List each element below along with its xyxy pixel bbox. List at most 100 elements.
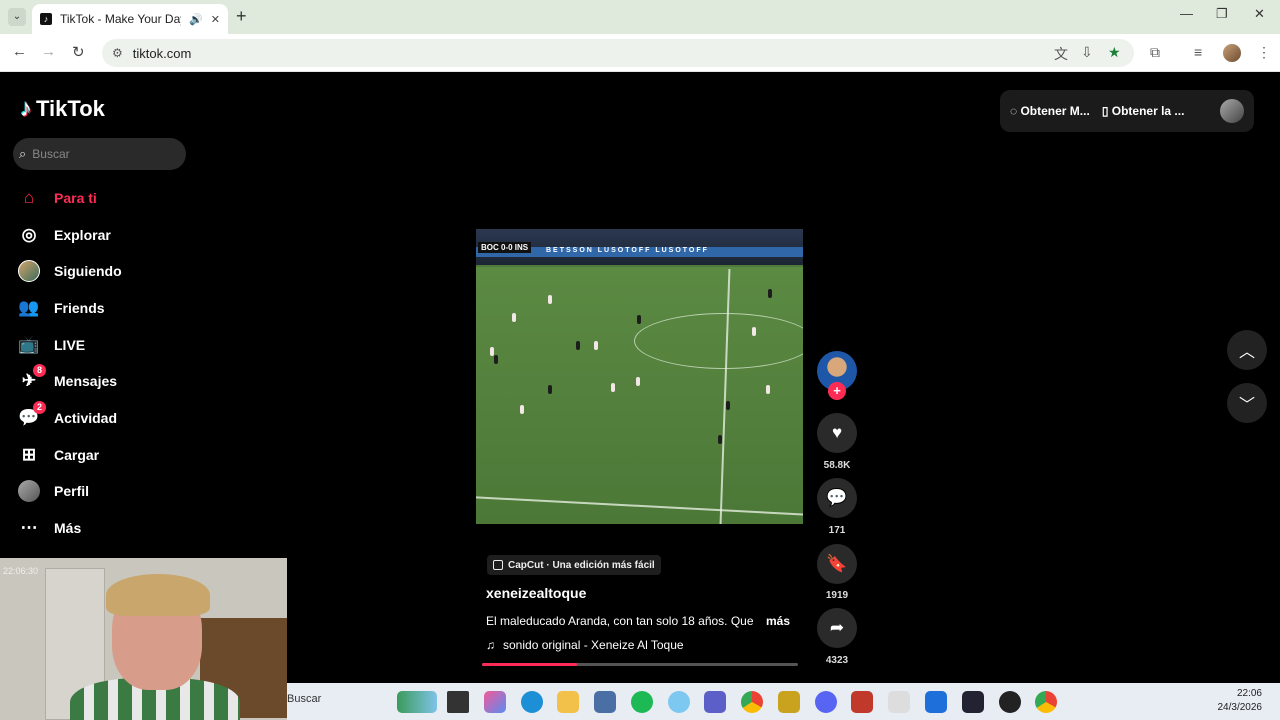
top-right-actions: ◌ Obtener M... ▯ Obtener la ... [1000,90,1254,132]
bookmark-icon: 🔖 [826,554,848,573]
copilot-icon[interactable] [484,691,506,713]
author-name[interactable]: xeneizealtoque [486,585,586,601]
pitch [476,267,803,524]
nav-item-actividad[interactable]: 💬 2 Actividad [18,401,117,429]
tab-search-dropdown[interactable]: ⌄ [8,8,26,26]
teams-icon[interactable] [704,691,726,713]
media-controls-icon[interactable]: ≡ [1194,44,1202,60]
game-icon[interactable] [851,691,873,713]
player [766,385,770,394]
player [520,405,524,414]
app-icon-yellow[interactable] [778,691,800,713]
translate-icon[interactable]: 文 [1054,44,1068,64]
widgets-icon[interactable] [397,691,437,713]
back-icon[interactable]: ← [12,43,27,60]
following-avatar-icon [18,260,40,282]
nav-item-mas[interactable]: ⋯ Más [18,517,82,539]
nav-label: Perfil [54,483,90,499]
video-description: El maleducado Aranda, con tan solo 18 añ… [486,614,754,628]
like-count: 58.8K [823,460,851,471]
nav-item-siguiendo[interactable]: Siguiendo [18,260,122,282]
reload-icon[interactable]: ↻ [72,43,85,61]
save-button[interactable]: 🔖 [817,544,857,584]
browser-profile-avatar[interactable] [1223,44,1241,62]
browser-menu-icon[interactable]: ⋮ [1257,44,1271,61]
extensions-icon[interactable]: ⧉ [1150,44,1160,61]
mail-icon[interactable] [925,691,947,713]
browser-tabstrip: ⌄ ♪ TikTok - Make Your Day 🔊 ✕ + — ❐ ✕ [0,0,1280,34]
tiktok-note-icon: ♪ [20,95,32,122]
webcam-timestamp: 22:06:30 [3,566,39,576]
capcut-icon [493,560,503,570]
get-app-button[interactable]: ▯ Obtener la ... [1102,104,1185,118]
task-view-icon[interactable] [447,691,469,713]
webcam-overlay: 22:06:30 [0,558,287,720]
capcut-tag[interactable]: CapCut · Una edición más fácil [487,555,661,575]
nav-item-mensajes[interactable]: ✈ 8 Mensajes [18,364,118,392]
share-icon: ➦ [829,618,845,637]
recording-icon[interactable] [999,691,1021,713]
get-coins-button[interactable]: ◌ Obtener M... [1010,104,1090,118]
file-explorer-icon[interactable] [557,691,579,713]
windows-taskbar: Buscar 22:06 24/3/2026 [287,683,1280,720]
forward-icon[interactable]: → [41,43,56,60]
previous-video-button[interactable]: ︿ [1227,330,1267,370]
site-info-icon[interactable]: ⚙ [112,46,123,60]
minimize-icon[interactable]: — [1180,6,1193,21]
live-icon: 📺 [18,335,40,354]
nav-item-perfil[interactable]: Perfil [18,480,89,502]
discord-icon[interactable] [815,691,837,713]
spotify-icon[interactable] [631,691,653,713]
video-progress-bar[interactable] [482,663,798,666]
nav-item-cargar[interactable]: ⊞ Cargar [18,444,99,466]
like-button[interactable]: ♥ [817,413,857,453]
close-tab-icon[interactable]: ✕ [211,13,220,26]
chrome-active-icon[interactable] [1035,691,1057,713]
onedrive-icon[interactable] [668,691,690,713]
close-window-icon[interactable]: ✕ [1254,6,1265,22]
nav-item-para-ti[interactable]: ⌂ Para ti [18,187,97,209]
browser-toolbar: ← → ↻ ⚙ tiktok.com 文 ⇩ ★ ⧉ ≡ ⋮ [0,34,1280,72]
friends-icon: 👥 [18,298,40,317]
system-clock[interactable]: 22:06 24/3/2026 [1218,687,1263,715]
share-count: 4323 [825,655,849,666]
tiktok-logo[interactable]: ♪ TikTok [20,95,105,123]
nav-item-friends[interactable]: 👥 Friends [18,297,104,319]
next-video-button[interactable]: ﹀ [1227,383,1267,423]
obs-icon[interactable] [962,691,984,713]
edge-icon[interactable] [521,691,543,713]
music-link[interactable]: ♫ sonido original - Xeneize Al Toque [486,638,684,652]
calculator-icon[interactable] [594,691,616,713]
new-tab-button[interactable]: + [236,6,247,27]
tab-title: TikTok - Make Your Day [60,12,182,26]
follow-button[interactable]: + [828,382,846,400]
profile-avatar-icon [18,480,40,502]
search-placeholder: Buscar [32,147,70,161]
chrome-icon[interactable] [741,691,763,713]
video-player[interactable]: BETSSON LUSOTOFF LUSOTOFF BOC 0-0 INS [476,229,803,524]
more-link[interactable]: más [766,614,790,628]
player [548,385,552,394]
nav-item-live[interactable]: 📺 LIVE [18,334,85,356]
install-app-icon[interactable]: ⇩ [1081,44,1093,61]
restore-icon[interactable]: ❐ [1216,6,1228,22]
player [494,355,498,364]
share-button[interactable]: ➦ [817,608,857,648]
taskbar-search[interactable]: Buscar [287,693,321,705]
address-bar[interactable]: ⚙ tiktok.com [102,39,1134,67]
player [752,327,756,336]
messages-icon: ✈ 8 [18,364,46,392]
bookmark-star-icon[interactable]: ★ [1108,44,1121,61]
player [512,313,516,322]
browser-tab[interactable]: ♪ TikTok - Make Your Day 🔊 ✕ [32,4,228,34]
progress-fill [482,663,577,666]
user-avatar[interactable] [1220,99,1244,123]
clock-date: 24/3/2026 [1217,702,1263,713]
activity-badge: 2 [32,401,46,414]
nav-label: Mensajes [54,373,118,389]
search-input[interactable]: ⌕ Buscar [13,138,186,170]
speaker-icon[interactable]: 🔊 [189,13,203,26]
notepad-icon[interactable] [888,691,910,713]
comment-button[interactable]: 💬 [817,478,857,518]
nav-item-explorar[interactable]: ◎ Explorar [18,224,111,246]
